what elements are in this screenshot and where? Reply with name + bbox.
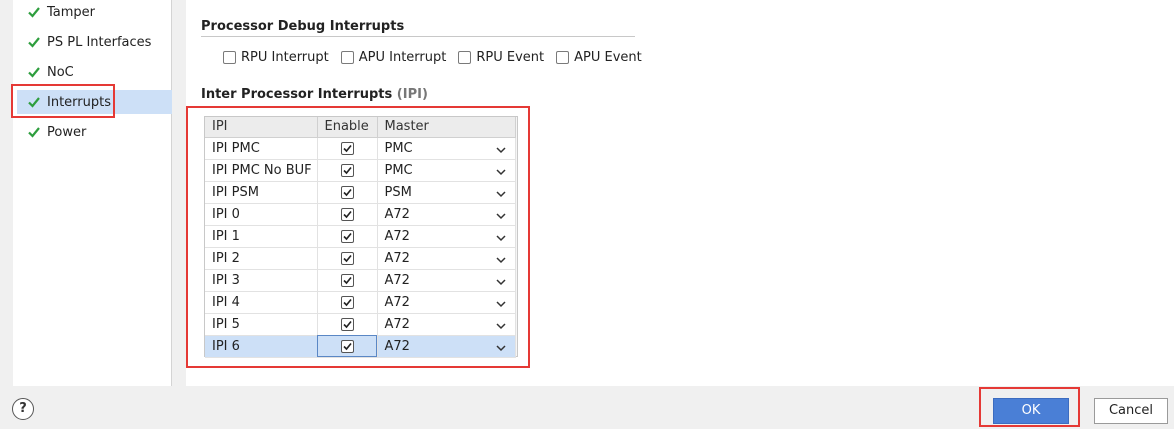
section-title-debug: Processor Debug Interrupts: [201, 19, 405, 34]
checkbox-box[interactable]: [223, 51, 236, 64]
check-icon: [27, 65, 41, 79]
debug-interrupt-options: RPU Interrupt APU Interrupt RPU Event AP…: [223, 50, 654, 65]
apu-event-checkbox[interactable]: APU Event: [556, 50, 642, 65]
section-title-suffix: (IPI): [396, 87, 428, 102]
sidebar-item-tamper[interactable]: Tamper: [17, 0, 172, 24]
section-title-ipi: Inter Processor Interrupts (IPI): [201, 87, 428, 102]
checkbox-label: APU Interrupt: [358, 50, 447, 65]
help-icon[interactable]: ?: [12, 398, 34, 420]
apu-interrupt-checkbox[interactable]: APU Interrupt: [340, 50, 447, 65]
checkbox-label: RPU Interrupt: [241, 50, 329, 65]
sidebar-nav: Tamper PS PL Interfaces NoC Interrupts P…: [13, 0, 172, 386]
highlight-box-ipi-table: [186, 106, 530, 368]
sidebar-item-label: Power: [47, 124, 87, 140]
sidebar-item-power[interactable]: Power: [17, 120, 172, 144]
check-icon: [27, 125, 41, 139]
sidebar-item-noc[interactable]: NoC: [17, 60, 172, 84]
sidebar-item-ps-pl-interfaces[interactable]: PS PL Interfaces: [17, 30, 172, 54]
check-icon: [27, 35, 41, 49]
checkbox-label: RPU Event: [476, 50, 545, 65]
highlight-box-interrupts: [11, 84, 115, 118]
checkbox-box[interactable]: [458, 51, 472, 64]
section-title-text: Inter Processor Interrupts: [201, 87, 393, 102]
sidebar-item-label: PS PL Interfaces: [47, 34, 152, 50]
cancel-button[interactable]: Cancel: [1094, 398, 1168, 424]
sidebar-item-label: Tamper: [47, 4, 96, 20]
rpu-interrupt-checkbox[interactable]: RPU Interrupt: [223, 50, 329, 65]
checkbox-label: APU Event: [574, 50, 642, 65]
section-divider: [201, 36, 635, 37]
sidebar-item-label: NoC: [47, 64, 74, 80]
check-icon: [27, 5, 41, 19]
checkbox-box[interactable]: [556, 51, 570, 64]
rpu-event-checkbox[interactable]: RPU Event: [458, 50, 544, 65]
panel-divider: [173, 0, 185, 386]
checkbox-box[interactable]: [340, 51, 354, 64]
ok-button[interactable]: OK: [993, 398, 1069, 424]
